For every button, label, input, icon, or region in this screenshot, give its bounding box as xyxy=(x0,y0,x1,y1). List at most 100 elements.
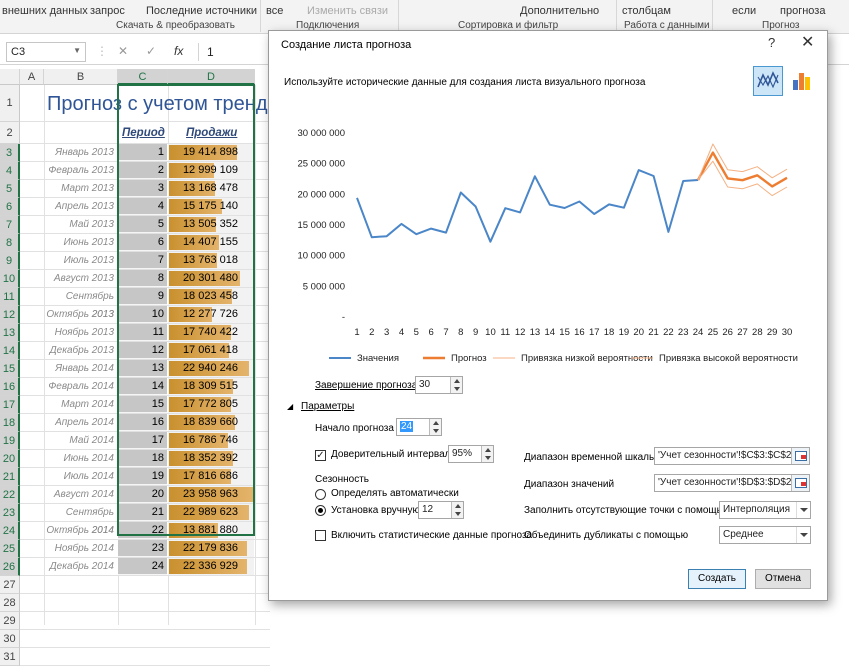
row-header-9[interactable]: 9 xyxy=(0,252,20,270)
aggregate-select[interactable]: Среднее xyxy=(719,526,811,544)
cell-period[interactable]: 10 xyxy=(118,306,167,323)
cell-period[interactable]: 2 xyxy=(118,162,167,179)
chevron-down-icon[interactable]: ▼ xyxy=(73,46,81,55)
cell-month[interactable]: Июль 2014 xyxy=(44,468,117,486)
select-all-corner[interactable] xyxy=(0,69,20,85)
cell-month[interactable]: Март 2013 xyxy=(44,180,117,198)
cell-sales[interactable]: 18 309 515 xyxy=(168,378,254,395)
cell-period[interactable]: 23 xyxy=(118,540,167,557)
column-chart-button[interactable] xyxy=(787,66,817,96)
cell-period[interactable]: 9 xyxy=(118,288,167,305)
cell-sales[interactable]: 13 881 880 xyxy=(168,522,254,539)
cell-month[interactable]: Февраль 2013 xyxy=(44,162,117,180)
cell-sales[interactable]: 18 352 392 xyxy=(168,450,254,467)
cell-month[interactable]: Май 2013 xyxy=(44,216,117,234)
cell-month[interactable]: Октябрь 2013 xyxy=(44,306,117,324)
cell-period[interactable]: 14 xyxy=(118,378,167,395)
cell-month[interactable]: Июль 2013 xyxy=(44,252,117,270)
cell-sales[interactable]: 20 301 480 xyxy=(168,270,254,287)
row-header-24[interactable]: 24 xyxy=(0,522,20,540)
cell-sales[interactable]: 13 763 018 xyxy=(168,252,254,269)
cell-month[interactable]: Декабрь 2014 xyxy=(44,558,117,576)
cell-period[interactable]: 22 xyxy=(118,522,167,539)
cell-sales[interactable]: 18 023 458 xyxy=(168,288,254,305)
row-header-27[interactable]: 27 xyxy=(0,576,20,594)
row-header-20[interactable]: 20 xyxy=(0,450,20,468)
row-header-30[interactable]: 30 xyxy=(0,630,20,648)
cancel-icon[interactable]: ✕ xyxy=(118,44,128,58)
cell-sales[interactable]: 22 989 623 xyxy=(168,504,254,521)
spinner-arrows-icon[interactable] xyxy=(481,446,493,462)
row-header-11[interactable]: 11 xyxy=(0,288,20,306)
row-header-22[interactable]: 22 xyxy=(0,486,20,504)
ribbon-item-all[interactable]: все xyxy=(266,5,283,17)
row-header-26[interactable]: 26 xyxy=(0,558,20,576)
ribbon-item-columns[interactable]: столбцам xyxy=(622,5,671,17)
cell-sales[interactable]: 17 740 422 xyxy=(168,324,254,341)
column-header-c[interactable]: C xyxy=(118,69,168,85)
row-header-13[interactable]: 13 xyxy=(0,324,20,342)
row-header-31[interactable]: 31 xyxy=(0,648,20,666)
cell-sales[interactable]: 12 277 726 xyxy=(168,306,254,323)
help-icon[interactable]: ? xyxy=(768,35,775,50)
row-header-5[interactable]: 5 xyxy=(0,180,20,198)
values-range-input[interactable]: 'Учет сезонности'!$D$3:$D$26 xyxy=(654,474,810,492)
row-header-8[interactable]: 8 xyxy=(0,234,20,252)
cell-month[interactable]: Июнь 2014 xyxy=(44,450,117,468)
column-header-d[interactable]: D xyxy=(168,69,255,85)
cell-period[interactable]: 17 xyxy=(118,432,167,449)
ribbon-item-edit-links[interactable]: Изменить связи xyxy=(307,5,388,17)
cell-month[interactable]: Март 2014 xyxy=(44,396,117,414)
cell-sales[interactable]: 17 816 686 xyxy=(168,468,254,485)
cell-sales[interactable]: 18 839 660 xyxy=(168,414,254,431)
enter-icon[interactable]: ✓ xyxy=(146,44,156,58)
cell-period[interactable]: 8 xyxy=(118,270,167,287)
cell-month[interactable]: Май 2014 xyxy=(44,432,117,450)
cell-period[interactable]: 5 xyxy=(118,216,167,233)
cell-sales[interactable]: 19 414 898 xyxy=(168,144,254,161)
row-header-25[interactable]: 25 xyxy=(0,540,20,558)
cell-sales[interactable]: 12 999 109 xyxy=(168,162,254,179)
fill-missing-select[interactable]: Интерполяция xyxy=(719,501,811,519)
cell-period[interactable]: 21 xyxy=(118,504,167,521)
ribbon-item-advanced[interactable]: Дополнительно xyxy=(520,5,599,17)
cell-sales[interactable]: 16 786 746 xyxy=(168,432,254,449)
range-select-icon[interactable] xyxy=(791,448,809,464)
ribbon-item-forecast[interactable]: прогноза xyxy=(780,5,825,17)
create-button[interactable]: Создать xyxy=(688,569,746,589)
cell-period[interactable]: 24 xyxy=(118,558,167,575)
cell-sales[interactable]: 13 505 352 xyxy=(168,216,254,233)
cell-period[interactable]: 1 xyxy=(118,144,167,161)
line-chart-button[interactable] xyxy=(753,66,783,96)
row-header-18[interactable]: 18 xyxy=(0,414,20,432)
ribbon-item-external-data[interactable]: внешних данных xyxy=(2,5,88,17)
cell-period[interactable]: 3 xyxy=(118,180,167,197)
collapse-triangle-icon[interactable]: ◢ xyxy=(287,402,293,411)
spinner-arrows-icon[interactable] xyxy=(450,377,462,393)
row-header-6[interactable]: 6 xyxy=(0,198,20,216)
season-manual-radio[interactable] xyxy=(315,505,326,516)
cell-sales[interactable]: 13 168 478 xyxy=(168,180,254,197)
spinner-arrows-icon[interactable] xyxy=(429,419,441,435)
cell-month[interactable]: Апрель 2013 xyxy=(44,198,117,216)
cell-month[interactable]: Январь 2014 xyxy=(44,360,117,378)
cell-month[interactable]: Август 2014 xyxy=(44,486,117,504)
season-auto-radio[interactable] xyxy=(315,489,326,500)
cell-period[interactable]: 18 xyxy=(118,450,167,467)
cell-month[interactable]: Февраль 2014 xyxy=(44,378,117,396)
row-header-21[interactable]: 21 xyxy=(0,468,20,486)
cell-period[interactable]: 19 xyxy=(118,468,167,485)
cell-period[interactable]: 7 xyxy=(118,252,167,269)
cell-period[interactable]: 13 xyxy=(118,360,167,377)
column-header-a[interactable]: A xyxy=(20,69,44,85)
cell-month[interactable]: Сентябрь 2014 xyxy=(44,504,117,536)
row-header-3[interactable]: 3 xyxy=(0,144,20,162)
forecast-end-spinner[interactable]: 30 xyxy=(415,376,463,394)
cell-month[interactable]: Октябрь 2014 xyxy=(44,522,117,540)
row-header-10[interactable]: 10 xyxy=(0,270,20,288)
cell-month[interactable]: Ноябрь 2013 xyxy=(44,324,117,342)
forecast-start-spinner[interactable]: 24 xyxy=(396,418,442,436)
row-header-12[interactable]: 12 xyxy=(0,306,20,324)
cell-period[interactable]: 16 xyxy=(118,414,167,431)
cell-month[interactable]: Январь 2013 xyxy=(44,144,117,162)
